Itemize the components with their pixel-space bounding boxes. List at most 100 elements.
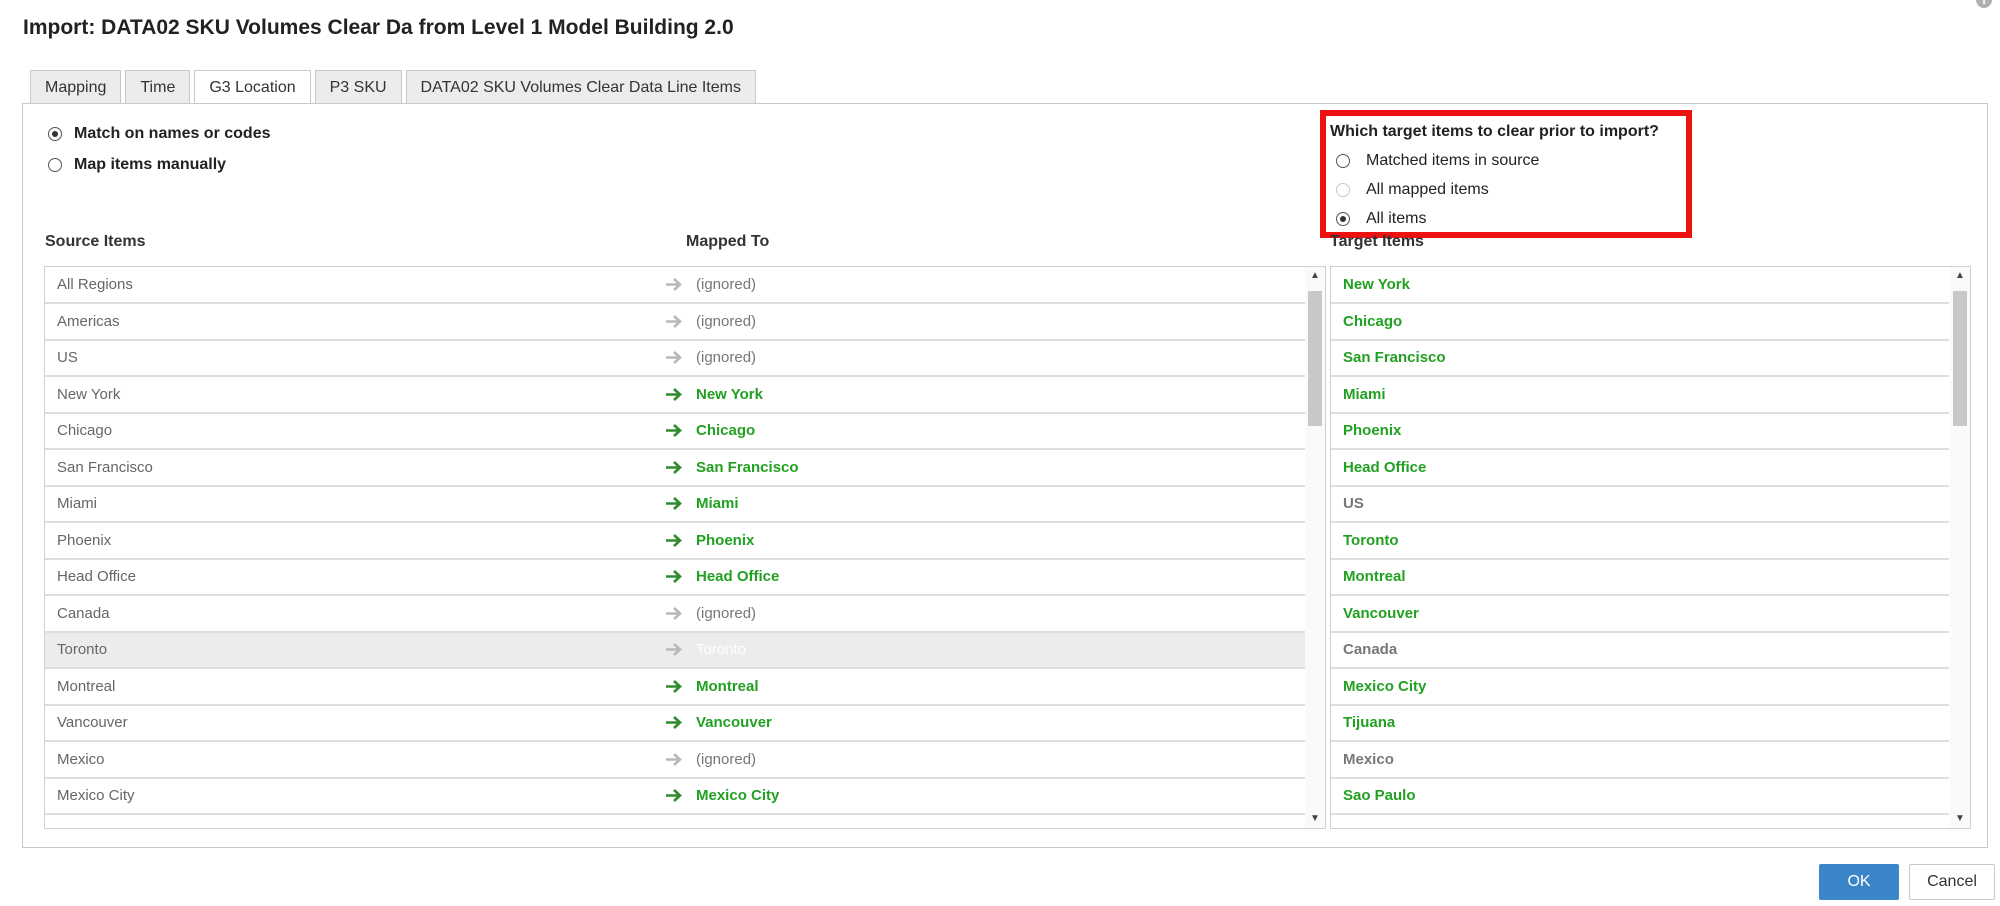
- scroll-thumb[interactable]: [1308, 291, 1322, 426]
- target-row[interactable]: Toronto: [1331, 523, 1949, 560]
- target-scrollbar[interactable]: ▲ ▼: [1950, 267, 1970, 828]
- table-row[interactable]: Americas (ignored): [45, 304, 1305, 341]
- target-row[interactable]: San Francisco: [1331, 340, 1949, 377]
- tab-p3-sku[interactable]: P3 SKU: [314, 70, 402, 103]
- source-item-label: Toronto: [57, 641, 108, 658]
- table-row[interactable]: San Francisco San Francisco: [45, 450, 1305, 487]
- source-item-label: San Francisco: [57, 458, 153, 476]
- target-item-label: Miami: [1343, 385, 1386, 403]
- mapped-to-header: Mapped To: [686, 233, 770, 250]
- mapped-item-label[interactable]: (ignored): [696, 596, 756, 631]
- source-item-label: Miami: [57, 495, 97, 512]
- scroll-down-icon[interactable]: ▼: [1305, 810, 1325, 828]
- map-manually-label: Map items manually: [74, 156, 227, 173]
- scroll-thumb[interactable]: [1953, 291, 1967, 426]
- target-row[interactable]: US: [1331, 486, 1949, 523]
- table-row[interactable]: US (ignored): [45, 340, 1305, 377]
- source-item-label: US: [57, 349, 78, 366]
- target-row[interactable]: Head Office: [1331, 450, 1949, 487]
- table-row[interactable]: Mexico City Mexico City: [45, 778, 1305, 815]
- target-row[interactable]: Sao Paulo: [1331, 778, 1949, 815]
- info-icon[interactable]: i: [1976, 0, 1992, 8]
- target-row[interactable]: Tijuana: [1331, 705, 1949, 742]
- table-row[interactable]: Toronto Toronto: [45, 632, 1305, 669]
- highlight-box: [1320, 110, 1692, 238]
- match-names-label: Match on names or codes: [74, 125, 271, 142]
- target-item-label: Vancouver: [1343, 604, 1419, 622]
- right-arrow-icon: [664, 377, 684, 412]
- target-item-label: Mexico City: [1343, 677, 1427, 695]
- source-item-label: Vancouver: [57, 714, 128, 731]
- tab-g3-location[interactable]: G3 Location: [194, 70, 311, 105]
- target-row[interactable]: Mexico: [1331, 742, 1949, 779]
- table-row[interactable]: Miami Miami: [45, 486, 1305, 523]
- ok-button[interactable]: OK: [1819, 864, 1899, 900]
- target-row[interactable]: Canada: [1331, 632, 1949, 669]
- mapped-item-label[interactable]: (ignored): [696, 340, 756, 375]
- target-item-label: Canada: [1343, 641, 1398, 658]
- tab-data02-line-items[interactable]: DATA02 SKU Volumes Clear Data Line Items: [405, 70, 756, 103]
- target-row[interactable]: Phoenix: [1331, 413, 1949, 450]
- tab-bar: Mapping Time G3 Location P3 SKU DATA02 S…: [30, 70, 756, 105]
- mapped-item-label[interactable]: Miami: [696, 486, 739, 521]
- right-arrow-icon: [664, 559, 684, 594]
- target-row[interactable]: New York: [1331, 267, 1949, 304]
- right-arrow-icon: [664, 705, 684, 740]
- target-item-label: Head Office: [1343, 458, 1427, 476]
- mapped-item-label[interactable]: Chicago: [696, 413, 755, 448]
- mapped-item-label[interactable]: Mexico City: [696, 778, 779, 813]
- source-item-label: Chicago: [57, 422, 113, 439]
- target-item-label: Phoenix: [1343, 422, 1402, 439]
- table-row[interactable]: Mexico (ignored): [45, 742, 1305, 779]
- mapped-item-label[interactable]: Vancouver: [696, 705, 772, 740]
- target-item-label: San Francisco: [1343, 349, 1446, 366]
- target-row[interactable]: Vancouver: [1331, 596, 1949, 633]
- mapped-item-label[interactable]: Toronto: [696, 632, 746, 667]
- target-row[interactable]: Chicago: [1331, 304, 1949, 341]
- source-item-label: New York: [57, 385, 121, 403]
- table-row[interactable]: New York New York: [45, 377, 1305, 414]
- right-arrow-icon: [664, 340, 684, 375]
- target-item-label: Chicago: [1343, 312, 1403, 330]
- mapped-item-label[interactable]: San Francisco: [696, 450, 799, 485]
- mapped-item-label[interactable]: (ignored): [696, 267, 756, 302]
- table-row[interactable]: Head Office Head Office: [45, 559, 1305, 596]
- scroll-up-icon[interactable]: ▲: [1950, 267, 1970, 285]
- table-row[interactable]: Canada (ignored): [45, 596, 1305, 633]
- tab-time[interactable]: Time: [125, 70, 191, 103]
- tab-mapping[interactable]: Mapping: [30, 70, 122, 103]
- table-row[interactable]: Chicago Chicago: [45, 413, 1305, 450]
- right-arrow-icon: [664, 523, 684, 558]
- scroll-down-icon[interactable]: ▼: [1950, 810, 1970, 828]
- target-row[interactable]: Mexico City: [1331, 669, 1949, 706]
- table-row[interactable]: Vancouver Vancouver: [45, 705, 1305, 742]
- mapping-scrollbar[interactable]: ▲ ▼: [1305, 267, 1325, 828]
- table-row[interactable]: All Regions (ignored): [45, 267, 1305, 304]
- target-items-header: Target Items: [1330, 233, 1424, 250]
- target-row[interactable]: Miami: [1331, 377, 1949, 414]
- mapped-item-label[interactable]: Montreal: [696, 669, 759, 704]
- map-manually-option[interactable]: Map items manually: [48, 156, 226, 174]
- right-arrow-icon: [664, 632, 684, 667]
- table-row[interactable]: Phoenix Phoenix: [45, 523, 1305, 560]
- mapped-item-label[interactable]: Head Office: [696, 559, 779, 594]
- dialog-title: Import: DATA02 SKU Volumes Clear Da from…: [23, 16, 734, 39]
- right-arrow-icon: [664, 486, 684, 521]
- source-item-label: Phoenix: [57, 531, 112, 549]
- scroll-up-icon[interactable]: ▲: [1305, 267, 1325, 285]
- target-grid: Sao Paulo Mexico Tijuana Mexico City Canada V…: [1330, 266, 1971, 829]
- table-row[interactable]: Montreal Montreal: [45, 669, 1305, 706]
- mapping-grid: Mexico City Mexico City Mexico (ignored) Van…: [44, 266, 1326, 829]
- cancel-button[interactable]: Cancel: [1909, 864, 1995, 900]
- mapped-item-label[interactable]: (ignored): [696, 742, 756, 777]
- target-row[interactable]: Montreal: [1331, 559, 1949, 596]
- mapped-item-label[interactable]: (ignored): [696, 304, 756, 339]
- right-arrow-icon: [664, 450, 684, 485]
- map-manually-radio[interactable]: [48, 157, 62, 172]
- mapped-item-label[interactable]: New York: [696, 377, 763, 412]
- match-names-radio[interactable]: [48, 126, 62, 141]
- mapped-item-label[interactable]: Phoenix: [696, 523, 754, 558]
- right-arrow-icon: [664, 742, 684, 777]
- source-item-label: Americas: [57, 312, 120, 330]
- match-names-option[interactable]: Match on names or codes: [48, 125, 271, 143]
